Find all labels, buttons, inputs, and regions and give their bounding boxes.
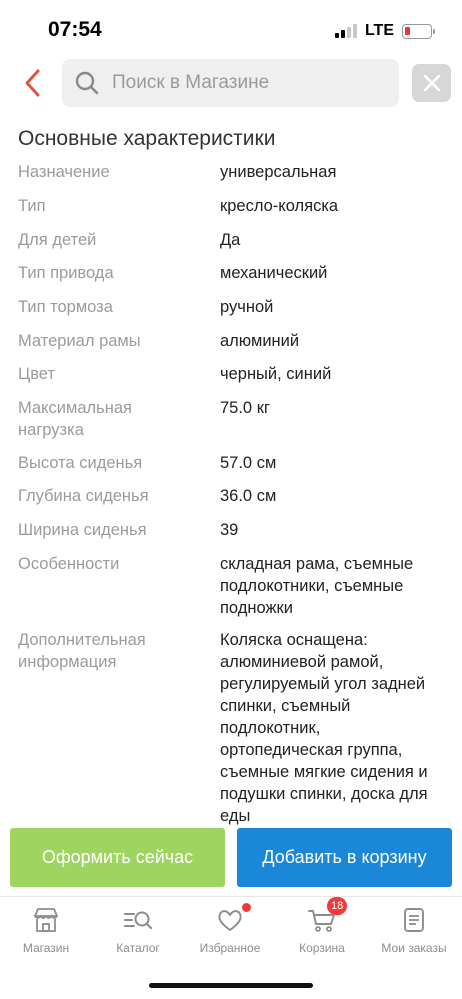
add-to-cart-button[interactable]: Добавить в корзину — [237, 828, 452, 887]
spec-value: механический — [220, 264, 328, 282]
search-header — [0, 56, 462, 112]
spec-label: Высота сиденья — [18, 454, 143, 472]
spec-label: Для детей — [18, 231, 97, 249]
search-input[interactable] — [112, 72, 382, 94]
tab-label: Корзина — [299, 941, 345, 955]
clear-search-button[interactable] — [412, 64, 451, 102]
close-icon — [423, 74, 440, 92]
notification-dot — [242, 903, 251, 912]
buy-now-button[interactable]: Оформить сейчас — [10, 828, 225, 887]
spec-value: алюминий — [220, 332, 300, 350]
tab-cart[interactable]: 18 Корзина — [276, 897, 368, 955]
status-indicators: LTE — [334, 22, 435, 40]
orders-icon — [404, 908, 424, 932]
section-title: Основные характеристики — [18, 127, 276, 150]
spec-label: Назначение — [18, 163, 110, 181]
spec-label: Дополнительная информация — [18, 631, 146, 671]
back-button[interactable] — [20, 66, 48, 100]
cart-count-badge: 18 — [327, 897, 348, 915]
spec-label: Материал рамы — [18, 332, 141, 350]
search-box[interactable] — [62, 59, 399, 107]
action-bar: Оформить сейчас Добавить в корзину — [0, 827, 462, 889]
spec-value: ручной — [220, 298, 274, 316]
battery-icon — [402, 23, 435, 39]
store-icon — [34, 908, 58, 932]
heart-icon — [218, 910, 242, 931]
spec-value: 39 — [220, 521, 239, 539]
spec-label: Цвет — [18, 365, 55, 383]
spec-label: Максимальная нагрузка — [18, 399, 132, 439]
spec-value: складная рама, съемные подлокотники, съе… — [220, 555, 414, 617]
spec-value: 36.0 см — [220, 487, 277, 505]
spec-value: 57.0 см — [220, 454, 277, 472]
spec-value: универсальная — [220, 163, 337, 181]
spec-value: черный, синий — [220, 365, 332, 383]
tab-favorites[interactable]: Избранное — [184, 903, 276, 955]
spec-value: Коляска оснащена: алюминиевой рамой, рег… — [220, 631, 428, 825]
search-icon — [75, 71, 99, 95]
tab-bar: Магазин Каталог Избранное 18 Корзина Мои… — [0, 896, 462, 966]
spec-value: кресло-коляска — [220, 197, 339, 215]
network-label: LTE — [364, 22, 394, 39]
spec-label: Тип тормоза — [18, 298, 113, 316]
tab-label: Каталог — [116, 941, 160, 955]
catalog-search-icon — [124, 911, 153, 930]
spec-value: 75.0 кг — [220, 399, 270, 417]
tab-orders[interactable]: Мои заказы — [368, 905, 460, 955]
tab-store[interactable]: Магазин — [0, 905, 92, 955]
tab-label: Магазин — [22, 941, 70, 955]
tab-catalog[interactable]: Каталог — [92, 905, 184, 955]
spec-label: Ширина сиденья — [18, 521, 147, 539]
home-indicator — [149, 983, 313, 988]
status-time: 07:54 — [48, 18, 102, 41]
back-arrow-icon — [25, 69, 40, 97]
status-bar: 07:54 LTE — [0, 0, 462, 56]
tab-label: Мои заказы — [381, 941, 447, 955]
signal-icon — [334, 24, 357, 38]
spec-label: Тип привода — [18, 264, 114, 282]
spec-label: Тип — [18, 197, 46, 215]
tab-label: Избранное — [199, 941, 261, 955]
spec-value: Да — [220, 231, 241, 249]
spec-label: Особенности — [18, 555, 120, 573]
spec-label: Глубина сиденья — [18, 487, 149, 505]
